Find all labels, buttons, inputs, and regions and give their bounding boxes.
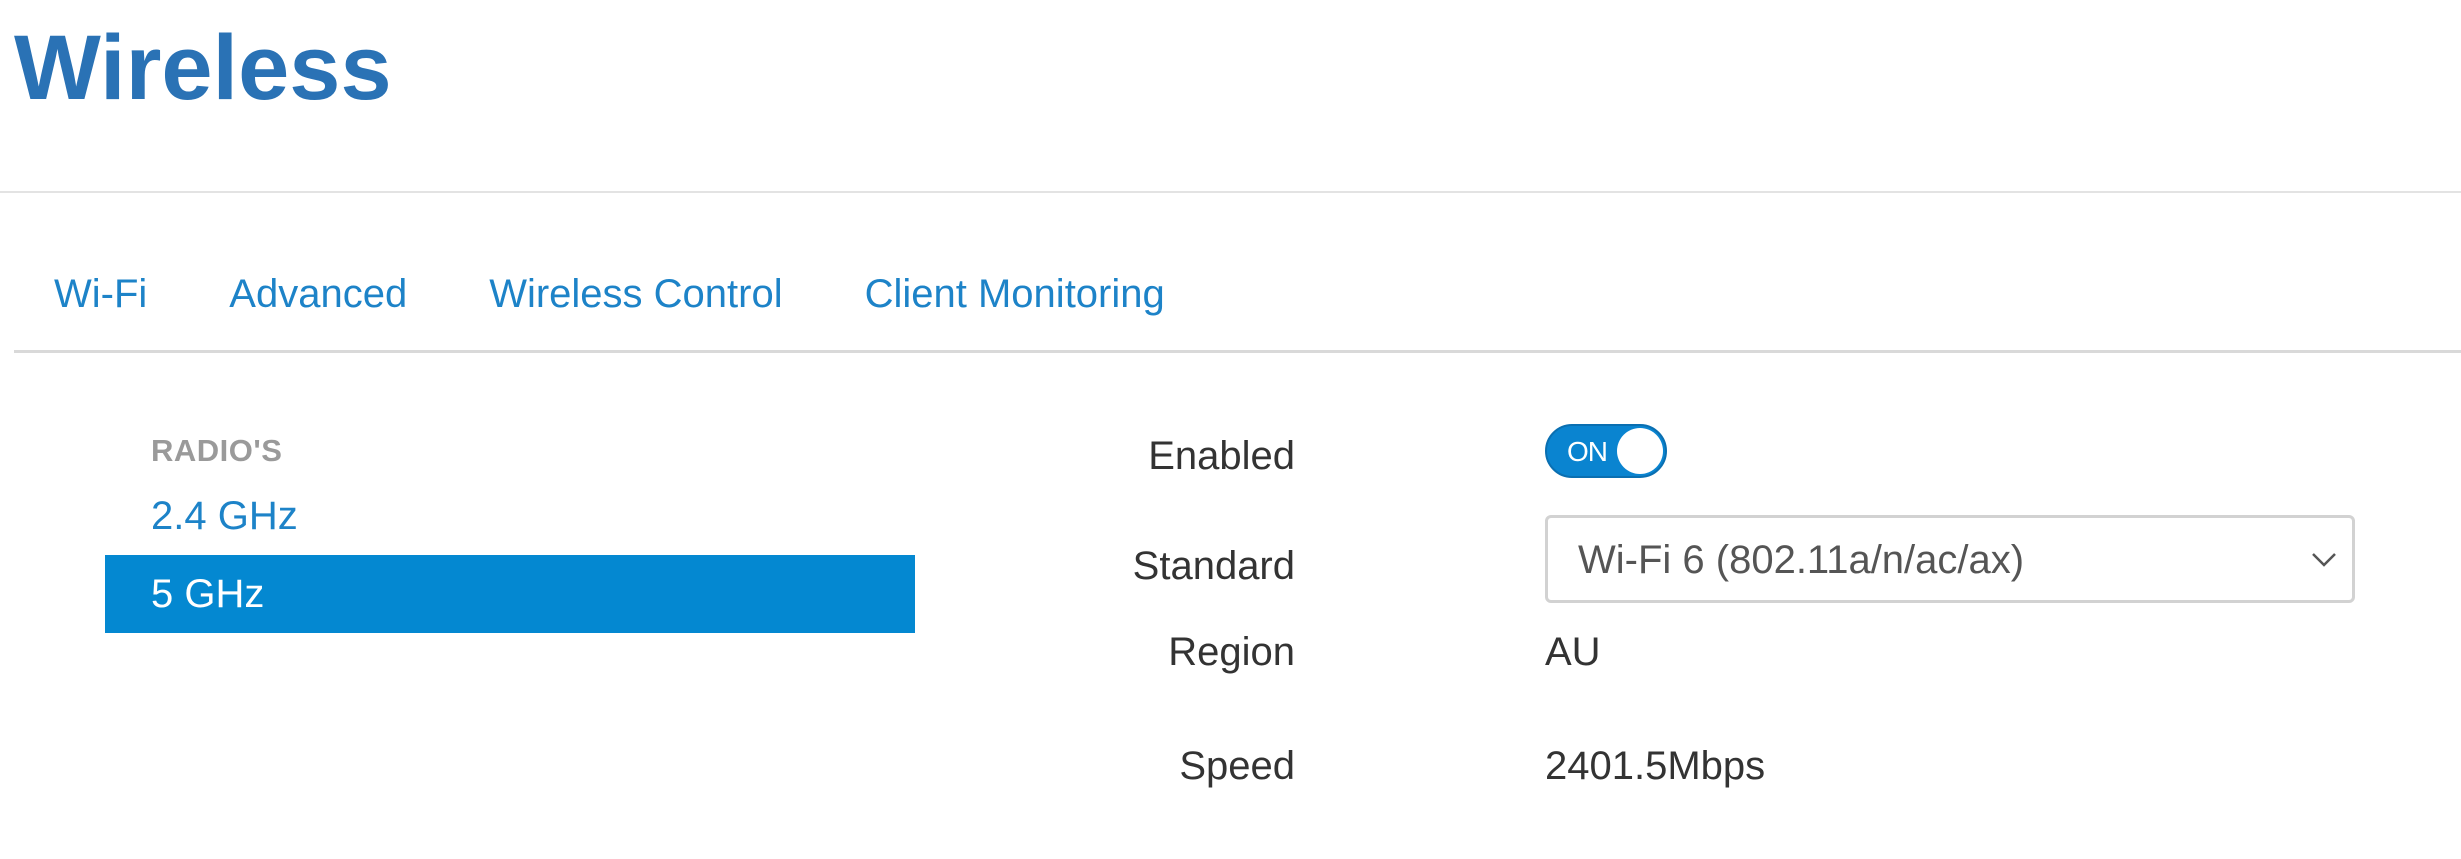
speed-row: Speed 2401.5Mbps <box>1150 744 2461 804</box>
tab-client-monitoring[interactable]: Client Monitoring <box>824 258 1206 317</box>
toggle-state-text: ON <box>1567 436 1608 467</box>
radio-settings-form: Enabled ON Standard Wi-Fi 6 (802.11a/n/a… <box>1133 420 2461 788</box>
tab-wireless-control[interactable]: Wireless Control <box>448 258 823 317</box>
speed-label: Speed <box>1179 744 1295 788</box>
region-row: Region AU <box>1150 630 2461 690</box>
speed-value: 2401.5Mbps <box>1545 744 1766 788</box>
radio-list: RADIO'S 2.4 GHz 5 GHz <box>105 425 915 633</box>
tab-wifi[interactable]: Wi-Fi <box>14 258 188 317</box>
tab-bar: Wi-Fi Advanced Wireless Control Client M… <box>14 258 2461 353</box>
toggle-knob <box>1617 428 1663 474</box>
standard-label: Standard <box>1132 544 1295 588</box>
enabled-toggle[interactable]: ON <box>1545 424 1667 478</box>
page-title: Wireless <box>14 17 392 119</box>
radio-list-heading: RADIO'S <box>151 433 283 468</box>
chevron-down-icon <box>2312 553 2336 567</box>
radio-item-2-4ghz[interactable]: 2.4 GHz <box>105 477 915 555</box>
radio-item-5ghz[interactable]: 5 GHz <box>105 555 915 633</box>
wireless-page: Wireless Wi-Fi Advanced Wireless Control… <box>0 0 2461 859</box>
title-divider <box>0 191 2461 193</box>
region-value: AU <box>1545 630 1601 674</box>
tab-advanced[interactable]: Advanced <box>188 258 448 317</box>
enabled-label: Enabled <box>1148 434 1295 478</box>
standard-select[interactable]: Wi-Fi 6 (802.11a/n/ac/ax) <box>1545 515 2355 603</box>
standard-select-value: Wi-Fi 6 (802.11a/n/ac/ax) <box>1578 538 2025 582</box>
region-label: Region <box>1168 630 1295 674</box>
